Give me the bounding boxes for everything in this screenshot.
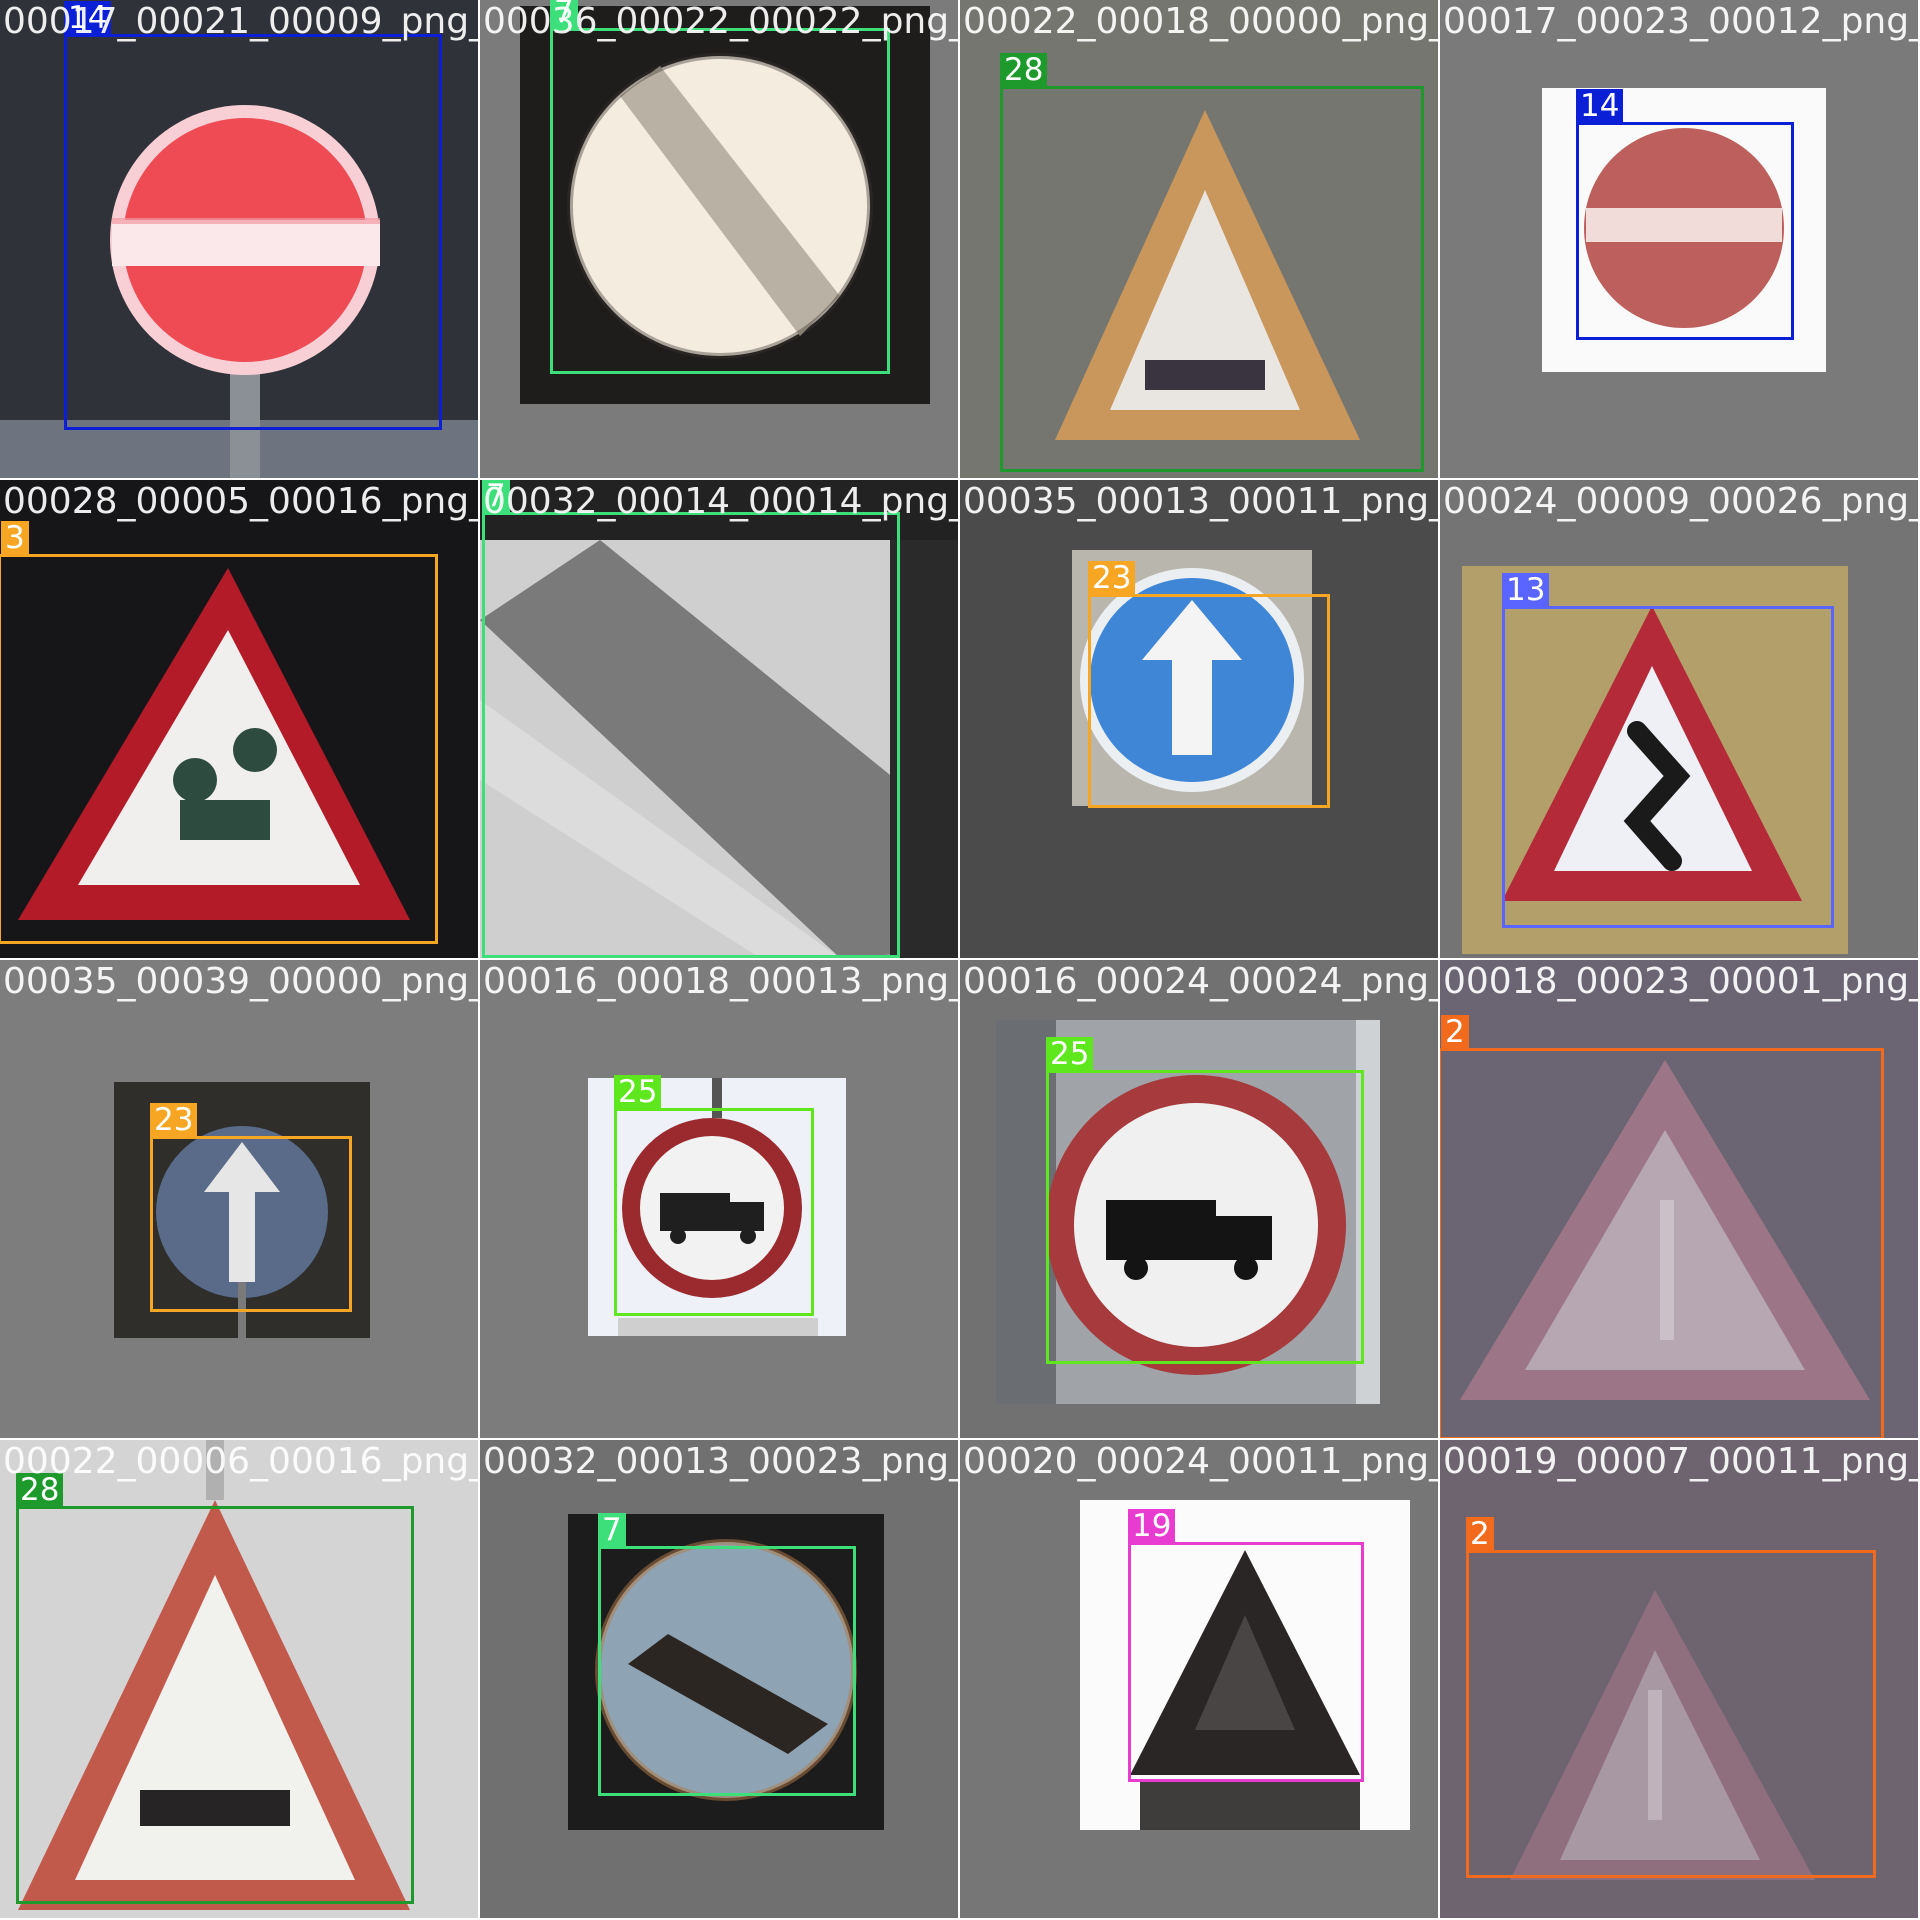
image-tile: 14 00017_00023_00012_png_jpg: [1440, 0, 1918, 478]
image-filename: 00017_00023_00012_png_jpg: [1443, 1, 1918, 42]
image-tile: 19 00020_00024_00011_png_jpg: [960, 1440, 1438, 1918]
class-label: 7: [598, 1513, 626, 1548]
image-tile: 28 00022_00006_00016_png_jpg: [0, 1440, 478, 1918]
image-tile: 23 00035_00013_00011_png_jpg: [960, 480, 1438, 958]
bounding-box: 19: [1128, 1509, 1364, 1782]
bounding-box: 2: [1466, 1517, 1876, 1878]
class-label: 19: [1128, 1509, 1176, 1544]
image-tile: 3 00028_00005_00016_png_jpg: [0, 480, 478, 958]
image-grid: 14 00017_00021_00009_png_jpg 7 00036_000…: [0, 0, 1920, 1920]
class-label: 28: [1000, 53, 1048, 88]
image-tile: 13 00024_00009_00026_png_jpg: [1440, 480, 1918, 958]
bounding-box: 28: [16, 1473, 414, 1904]
class-label: 14: [64, 1, 112, 36]
class-label: 2: [1466, 1517, 1494, 1552]
class-label: 13: [1502, 573, 1550, 608]
image-tile: 14 00017_00021_00009_png_jpg: [0, 0, 478, 478]
class-label: 28: [16, 1473, 64, 1508]
image-tile: 2 00018_00023_00001_png_jpg: [1440, 960, 1918, 1438]
image-filename: 00016_00024_00024_png_jpg: [963, 961, 1438, 1002]
image-tile: 7 00032_00014_00014_png_jpg: [480, 480, 958, 958]
bounding-box: 23: [1088, 561, 1330, 808]
bounding-box: 13: [1502, 573, 1834, 928]
bounding-box: 7: [482, 480, 900, 958]
class-label: 3: [1, 521, 29, 556]
bounding-box: 14: [1576, 89, 1794, 340]
image-filename: 00035_00013_00011_png_jpg: [963, 481, 1438, 522]
image-filename: 00020_00024_00011_png_jpg: [963, 1441, 1438, 1482]
bounding-box: 28: [1000, 53, 1424, 472]
image-tile: 7 00032_00013_00023_png_jpg: [480, 1440, 958, 1918]
class-label: 14: [1576, 89, 1624, 124]
bounding-box: 25: [614, 1075, 814, 1316]
bounding-box: 25: [1046, 1037, 1364, 1364]
class-label: 25: [614, 1075, 662, 1110]
image-tile: 28 00022_00018_00000_png_jpg: [960, 0, 1438, 478]
image-tile: 7 00036_00022_00022_png_jpg: [480, 0, 958, 478]
class-label: 7: [482, 480, 510, 514]
class-label: 23: [150, 1103, 198, 1138]
bounding-box: 23: [150, 1103, 352, 1312]
bounding-box: 7: [598, 1513, 856, 1796]
bounding-box: 7: [550, 0, 890, 374]
class-label: 25: [1046, 1037, 1094, 1072]
image-tile: 23 00035_00039_00000_png_jpg: [0, 960, 478, 1438]
class-label: 23: [1088, 561, 1136, 596]
image-filename: 00032_00013_00023_png_jpg: [483, 1441, 958, 1482]
image-tile: 25 00016_00018_00013_png_jpg: [480, 960, 958, 1438]
class-label: 7: [550, 0, 578, 30]
image-tile: 25 00016_00024_00024_png_jpg: [960, 960, 1438, 1438]
image-filename: 00016_00018_00013_png_jpg: [483, 961, 958, 1002]
image-filename: 00024_00009_00026_png_jpg: [1443, 481, 1918, 522]
image-filename: 00035_00039_00000_png_jpg: [3, 961, 478, 1002]
bounding-box: 14: [64, 1, 442, 430]
bounding-box: 3: [0, 521, 438, 944]
class-label: 2: [1441, 1015, 1469, 1050]
bounding-box: 2: [1440, 1015, 1884, 1438]
image-tile: 2 00019_00007_00011_png_jpg: [1440, 1440, 1918, 1918]
